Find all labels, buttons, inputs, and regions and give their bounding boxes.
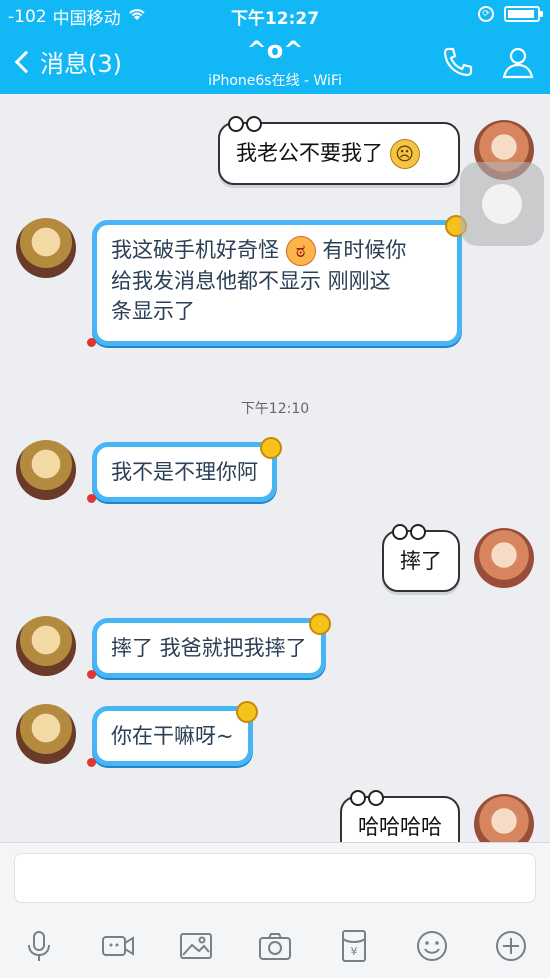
message-text-line3: 条显示了 — [111, 299, 195, 323]
message-bubble-outgoing[interactable]: 哈哈哈哈 — [340, 790, 460, 842]
message-text-line1b: 有时候你 — [322, 238, 407, 262]
contact-avatar[interactable] — [16, 704, 76, 764]
svg-text:¥: ¥ — [350, 945, 357, 958]
bubble-decoration-eyes — [392, 518, 428, 540]
input-bar — [0, 842, 550, 914]
message-text-line1: 我这破手机好奇怪 — [111, 238, 279, 262]
message-text: 我不是不理你阿 — [111, 460, 258, 484]
header: -102 中国移动 下午12:27 ⟳ 消息(3) ^o^ iPhone6s在线… — [0, 0, 550, 94]
bell-badge-icon — [308, 613, 331, 635]
message-text: 你在干嘛呀~ — [111, 724, 234, 748]
contact-avatar[interactable] — [16, 440, 76, 500]
camera-icon[interactable] — [257, 928, 293, 964]
bubble-decoration-eyes — [350, 784, 386, 806]
message-bubble-incoming[interactable]: 我这破手机好奇怪 ಠ 有时候你 给我发消息他都不显示 刚刚这 条显示了 — [87, 215, 467, 347]
my-avatar[interactable] — [474, 528, 534, 588]
orientation-lock-icon: ⟳ — [478, 6, 494, 22]
message-bubble-outgoing[interactable]: 我老公不要我了 ☹ — [218, 116, 460, 185]
battery-icon — [504, 6, 543, 22]
message-text: 摔了 我爸就把我摔了 — [111, 636, 307, 660]
contact-avatar[interactable] — [16, 616, 76, 676]
emoji-icon[interactable] — [414, 928, 450, 964]
message-text: 我老公不要我了 — [236, 141, 383, 165]
assistive-touch-button[interactable] — [460, 162, 544, 246]
message-bubble-incoming[interactable]: 我不是不理你阿 — [87, 437, 282, 503]
message-text-line2: 给我发消息他都不显示 刚刚这 — [111, 269, 391, 293]
bell-badge-icon — [260, 437, 282, 459]
phone-call-icon[interactable] — [440, 44, 476, 80]
video-call-icon[interactable] — [100, 928, 136, 964]
red-dot-icon — [87, 670, 96, 679]
add-icon[interactable] — [493, 928, 529, 964]
contact-avatar[interactable] — [16, 218, 76, 278]
red-packet-icon[interactable]: ¥ — [336, 928, 372, 964]
bell-badge-icon — [235, 701, 258, 723]
message-bubble-incoming[interactable]: 你在干嘛呀~ — [87, 701, 258, 767]
status-time: 下午12:27 — [230, 9, 320, 29]
angry-face-emoji-icon: ಠ — [285, 236, 316, 266]
red-dot-icon — [87, 494, 96, 503]
message-bubble-incoming[interactable]: 摔了 我爸就把我摔了 — [87, 613, 331, 679]
bubble-decoration-eyes — [228, 110, 264, 132]
message-bubble-outgoing[interactable]: 摔了 — [382, 524, 460, 592]
red-dot-icon — [87, 758, 96, 767]
message-input[interactable] — [14, 853, 536, 903]
sad-face-emoji-icon: ☹ — [389, 139, 420, 169]
profile-icon[interactable] — [500, 44, 536, 80]
microphone-icon[interactable] — [21, 928, 57, 964]
time-divider: 下午12:10 — [240, 401, 310, 417]
my-avatar[interactable] — [474, 794, 534, 842]
red-dot-icon — [87, 338, 96, 347]
status-bar: -102 中国移动 下午12:27 ⟳ — [0, 0, 550, 30]
image-icon[interactable] — [178, 928, 214, 964]
message-text: 哈哈哈哈 — [358, 815, 442, 839]
status-right: ⟳ — [478, 6, 543, 22]
chat-toolbar: ¥ — [0, 914, 550, 978]
message-text: 摔了 — [400, 549, 442, 573]
